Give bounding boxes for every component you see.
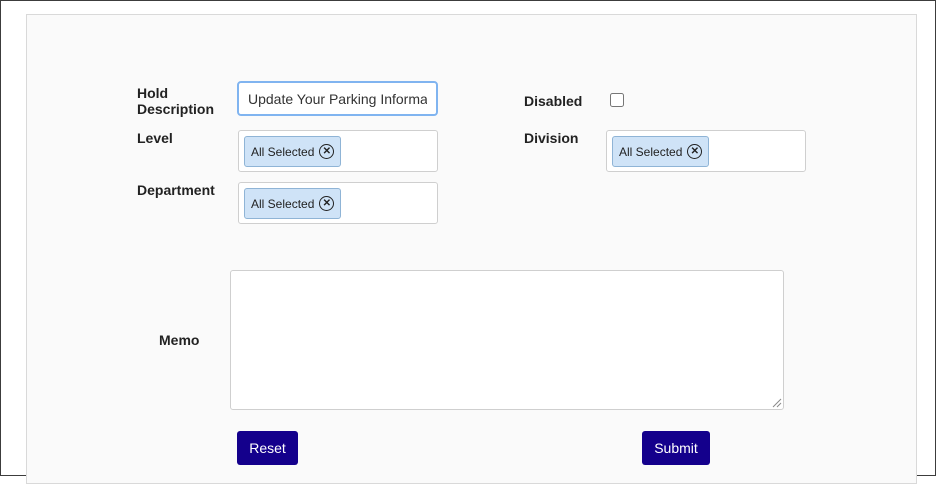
division-chip-label: All Selected [619,144,683,159]
level-label: Level [137,130,173,146]
hold-description-label-line1: Hold [137,85,169,101]
hold-description-label-line2: Description [137,101,215,117]
disabled-label: Disabled [524,93,583,109]
department-multiselect[interactable]: All Selected ✕ [238,182,438,224]
department-chip-label: All Selected [251,196,315,211]
level-chip[interactable]: All Selected ✕ [244,136,342,167]
memo-textarea[interactable] [230,270,784,410]
circle-x-icon[interactable]: ✕ [319,144,335,159]
resize-grip-icon[interactable] [771,397,782,408]
level-multiselect[interactable]: All Selected ✕ [238,130,438,172]
level-chip-label: All Selected [251,144,315,159]
department-label: Department [137,182,215,198]
circle-x-icon[interactable]: ✕ [687,144,703,159]
division-label: Division [524,130,579,146]
hold-description-input[interactable] [237,81,438,116]
division-chip[interactable]: All Selected ✕ [612,136,710,167]
reset-button[interactable]: Reset [237,431,298,465]
window-frame: Hold Description Disabled Level All Sele… [0,0,936,484]
submit-button[interactable]: Submit [642,431,710,465]
disabled-checkbox[interactable] [610,93,624,107]
hold-description-label: Hold Description [137,85,214,117]
circle-x-icon[interactable]: ✕ [319,196,335,211]
division-multiselect[interactable]: All Selected ✕ [606,130,806,172]
department-chip[interactable]: All Selected ✕ [244,188,342,219]
memo-label: Memo [159,332,200,348]
